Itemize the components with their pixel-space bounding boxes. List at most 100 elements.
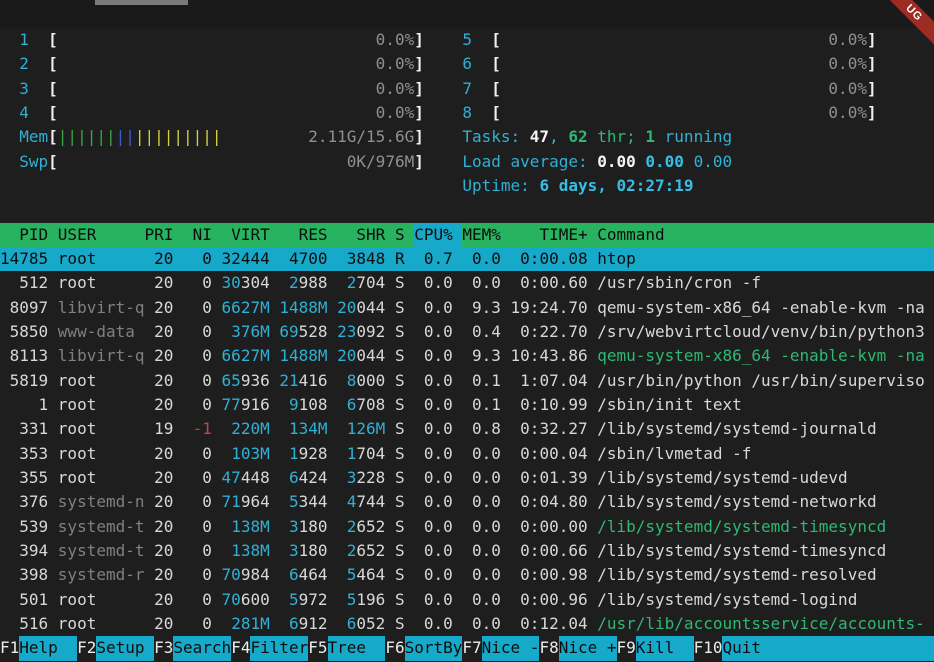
process-row[interactable]: 398systemd-r2007098464645464S0.00.00:00.… xyxy=(0,563,934,587)
column-header-res[interactable]: RES xyxy=(299,223,328,247)
cell-value-low: 092 xyxy=(356,320,385,344)
meter-value: 0.0% xyxy=(376,77,415,101)
column-header-cmd[interactable]: Command xyxy=(597,223,664,247)
fkey-f1[interactable]: F1 xyxy=(0,636,19,660)
process-row[interactable]: 5819root20065936214168000S0.00.11:07.04/… xyxy=(0,369,934,393)
cell-time: 0:32.27 xyxy=(520,417,587,441)
fkey-f6[interactable]: F6 xyxy=(385,636,404,660)
meter-value: 0K/976M xyxy=(347,150,414,174)
cell-command: /lib/systemd/systemd-resolved xyxy=(597,563,876,587)
column-header-shr[interactable]: SHR xyxy=(356,223,385,247)
cell-value-high: 220M xyxy=(231,417,270,441)
process-row[interactable]: 376systemd-n2007196453444744S0.00.00:04.… xyxy=(0,490,934,514)
cell-user: root xyxy=(58,588,97,612)
cell-pri: 20 xyxy=(154,247,173,271)
cell-time: 1:07.04 xyxy=(520,369,587,393)
column-header-mem[interactable]: MEM% xyxy=(462,223,501,247)
column-header-pid[interactable]: PID xyxy=(19,223,48,247)
cell-state: S xyxy=(395,588,405,612)
cell-value-low: 600 xyxy=(241,588,270,612)
fkey-label-search[interactable]: Search xyxy=(173,636,231,660)
fkey-f4[interactable]: F4 xyxy=(231,636,250,660)
cell-state: S xyxy=(395,369,405,393)
load-average-segment: 0.00 xyxy=(645,150,693,174)
meter-pipe-icon: | xyxy=(96,125,106,149)
cell-value-high: 5 xyxy=(347,588,357,612)
process-row[interactable]: 539systemd-t200138M31802652S0.00.00:00.0… xyxy=(0,515,934,539)
fkey-f8[interactable]: F8 xyxy=(539,636,558,660)
cell-pri: 20 xyxy=(154,612,173,636)
meter-bracket-open-icon: [ xyxy=(491,101,501,125)
cell-pid: 539 xyxy=(19,515,48,539)
meter-bracket-close-icon: ] xyxy=(414,125,424,149)
fkey-f10[interactable]: F10 xyxy=(694,636,723,660)
cell-user: systemd-t xyxy=(58,539,145,563)
process-row[interactable]: 394systemd-t200138M31802652S0.00.00:00.6… xyxy=(0,539,934,563)
process-row[interactable]: 8097libvirt-q2006627M1488M20044S0.09.319… xyxy=(0,296,934,320)
fkey-label-kill[interactable]: Kill xyxy=(636,636,694,660)
column-header-ni[interactable]: NI xyxy=(193,223,212,247)
fkey-label-nice-[interactable]: Nice - xyxy=(482,636,540,660)
cell-value-low: 652 xyxy=(356,515,385,539)
fkey-f9[interactable]: F9 xyxy=(617,636,636,660)
meter-pipe-icon: | xyxy=(154,125,164,149)
process-row[interactable]: 501root2007060059725196S0.00.00:00.96/li… xyxy=(0,588,934,612)
cell-cpu: 0.0 xyxy=(424,490,453,514)
cell-value-high: 1 xyxy=(347,442,357,466)
fkey-label-filter[interactable]: Filter xyxy=(250,636,308,660)
column-header-cpu[interactable]: CPU% xyxy=(414,223,453,247)
cell-pid: 14785 xyxy=(0,247,48,271)
cell-ni: 0 xyxy=(202,466,212,490)
meter-value: 0.0% xyxy=(828,77,867,101)
fkey-label-tree[interactable]: Tree xyxy=(328,636,386,660)
column-header-virt[interactable]: VIRT xyxy=(231,223,270,247)
tasks-segment: Tasks: xyxy=(462,125,529,149)
fkey-f2[interactable]: F2 xyxy=(77,636,96,660)
cell-value-low: 936 xyxy=(241,369,270,393)
cpu-meter-row: 1[0.0%]5[0.0%] xyxy=(0,28,934,52)
column-header-s[interactable]: S xyxy=(395,223,405,247)
cell-pid: 8097 xyxy=(10,296,49,320)
cell-mem: 0.0 xyxy=(472,539,501,563)
fkey-f3[interactable]: F3 xyxy=(154,636,173,660)
meter-bracket-open-icon: [ xyxy=(48,28,58,52)
fkey-label-sortby[interactable]: SortBy xyxy=(405,636,463,660)
column-header-time[interactable]: TIME+ xyxy=(539,223,587,247)
cell-value-high: 281M xyxy=(231,612,270,636)
process-row[interactable]: 516root200281M69126052S0.00.00:12.04/usr… xyxy=(0,612,934,636)
cell-pri: 20 xyxy=(154,393,173,417)
process-row[interactable]: 1root2007791691086708S0.00.10:10.99/sbin… xyxy=(0,393,934,417)
cell-value-low: 528 xyxy=(299,320,328,344)
meter-label: Mem xyxy=(19,125,48,149)
process-row[interactable]: 8113libvirt-q2006627M1488M20044S0.09.310… xyxy=(0,344,934,368)
column-header-pri[interactable]: PRI xyxy=(144,223,173,247)
fkey-f5[interactable]: F5 xyxy=(308,636,327,660)
cell-user: root xyxy=(58,612,97,636)
process-row[interactable]: 353root200103M19281704S0.00.00:00.04/sbi… xyxy=(0,442,934,466)
cell-command: /sbin/lvmetad -f xyxy=(597,442,751,466)
cell-mem: 0.1 xyxy=(472,393,501,417)
cell-time: 0:04.80 xyxy=(520,490,587,514)
cell-pri: 20 xyxy=(154,296,173,320)
tasks-segment: 47 xyxy=(530,125,549,149)
cell-value-high: 65 xyxy=(222,369,241,393)
fkey-f7[interactable]: F7 xyxy=(462,636,481,660)
fkey-label-nice-[interactable]: Nice + xyxy=(559,636,617,660)
cell-cpu: 0.0 xyxy=(424,296,453,320)
load-average-segment: 0.00 xyxy=(694,150,733,174)
process-row[interactable]: 14785root2003244447003848R0.70.00:00.08h… xyxy=(0,247,934,271)
column-header-user[interactable]: USER xyxy=(58,223,97,247)
fkey-label-setup[interactable]: Setup xyxy=(96,636,154,660)
fkey-label-help[interactable]: Help xyxy=(19,636,77,660)
cell-ni: 0 xyxy=(202,442,212,466)
process-row[interactable]: 512root2003030429882704S0.00.00:00.60/us… xyxy=(0,271,934,295)
cell-value-high: 3 xyxy=(347,466,357,490)
process-row[interactable]: 355root2004744864243228S0.00.00:01.39/li… xyxy=(0,466,934,490)
cell-cpu: 0.0 xyxy=(424,417,453,441)
cell-value-high: 5 xyxy=(347,563,357,587)
cell-value-low: 464 xyxy=(356,563,385,587)
process-row[interactable]: 5850www-data200376M6952823092S0.00.40:22… xyxy=(0,320,934,344)
cell-state: S xyxy=(395,515,405,539)
process-row[interactable]: 331root19-1220M134M126MS0.00.80:32.27/li… xyxy=(0,417,934,441)
fkey-label-quit[interactable]: Quit xyxy=(722,636,934,660)
